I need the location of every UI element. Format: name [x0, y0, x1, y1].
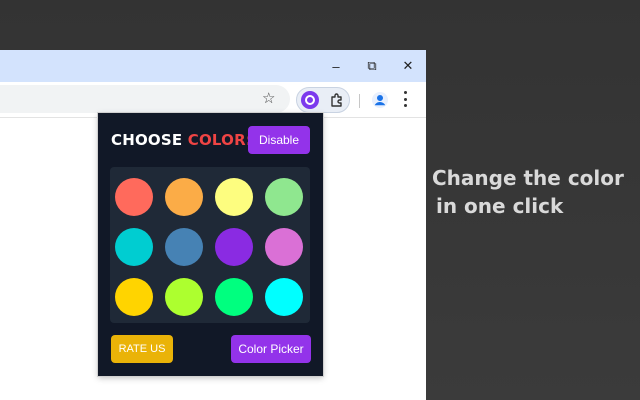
- color-swatch[interactable]: [115, 228, 153, 266]
- color-swatch-grid: [110, 167, 310, 323]
- color-swatch[interactable]: [165, 178, 203, 216]
- color-swatch[interactable]: [165, 278, 203, 316]
- puzzle-piece-icon[interactable]: [329, 92, 345, 108]
- color-extension-icon[interactable]: [301, 91, 319, 109]
- more-menu-icon[interactable]: [403, 91, 407, 107]
- restore-button[interactable]: ⧉: [361, 56, 383, 76]
- color-swatch[interactable]: [215, 228, 253, 266]
- title-main: CHOOSE: [111, 131, 188, 149]
- disable-button[interactable]: Disable: [248, 126, 310, 154]
- toolbar-separator: [359, 94, 360, 108]
- title-bar: – ⧉ ✕: [0, 50, 426, 82]
- color-swatch[interactable]: [265, 278, 303, 316]
- rate-us-button[interactable]: RATE US: [111, 335, 173, 363]
- bookmark-star-icon[interactable]: ☆: [262, 91, 275, 107]
- color-picker-button[interactable]: Color Picker: [231, 335, 311, 363]
- address-bar[interactable]: [0, 85, 290, 113]
- tagline: Change the color in one click: [432, 164, 640, 220]
- color-swatch[interactable]: [115, 278, 153, 316]
- color-swatch[interactable]: [215, 178, 253, 216]
- close-button[interactable]: ✕: [397, 56, 419, 76]
- title-accent: COLOR:: [187, 131, 253, 149]
- tagline-line-1: Change the color: [432, 166, 624, 190]
- color-swatch[interactable]: [115, 178, 153, 216]
- color-swatch[interactable]: [265, 178, 303, 216]
- extensions-group: [296, 87, 350, 113]
- tagline-line-2: in one click: [436, 194, 564, 218]
- popup-title: CHOOSE COLOR:: [111, 131, 252, 149]
- minimize-button[interactable]: –: [325, 56, 347, 76]
- color-swatch[interactable]: [165, 228, 203, 266]
- color-swatch[interactable]: [215, 278, 253, 316]
- color-swatch[interactable]: [265, 228, 303, 266]
- profile-avatar-icon[interactable]: [372, 92, 388, 108]
- extension-popup: CHOOSE COLOR: Disable RATE US Color Pick…: [98, 113, 323, 376]
